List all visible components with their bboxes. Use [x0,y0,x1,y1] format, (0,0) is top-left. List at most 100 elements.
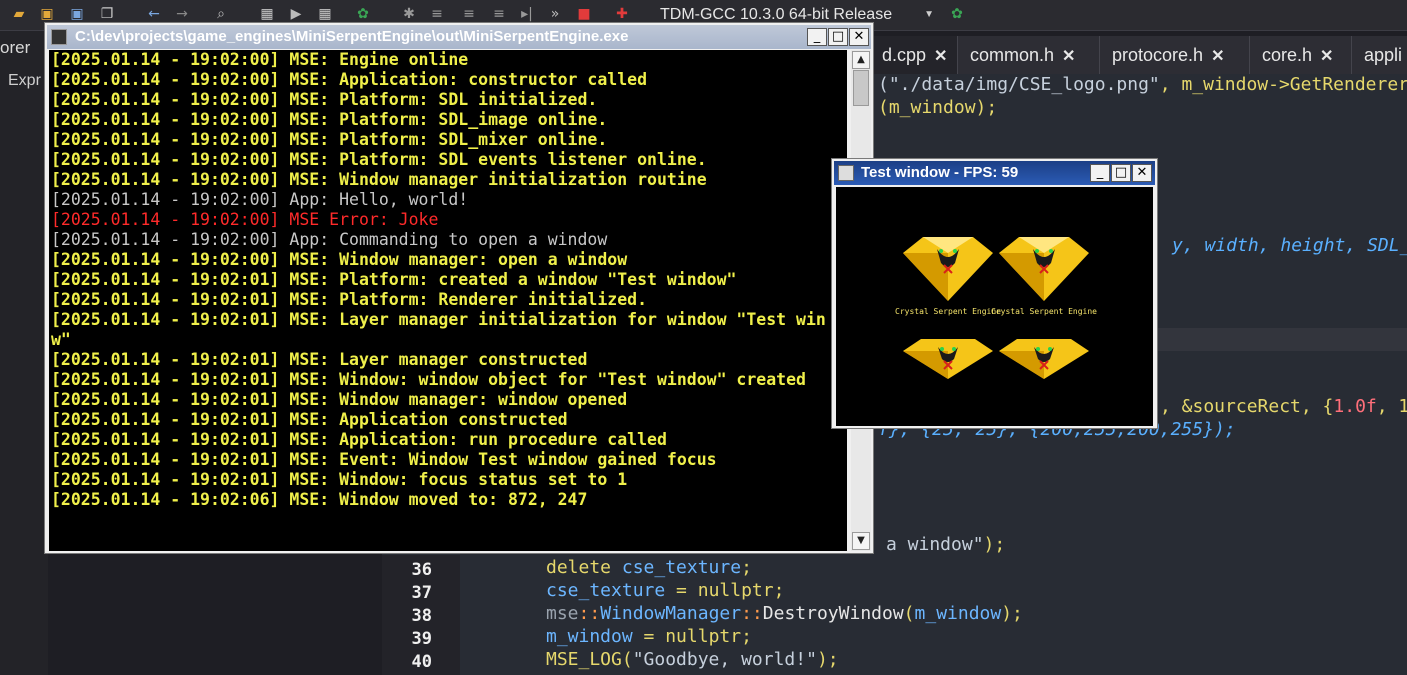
log-line: [2025.01.14 - 19:02:01] MSE: Window mana… [51,390,628,409]
log-line: [2025.01.14 - 19:02:06] MSE: Window move… [51,490,588,509]
line-number: 39 [411,629,432,649]
chevron-down-icon: ▼ [924,9,934,20]
line-number: 37 [411,583,432,603]
log-line: [2025.01.14 - 19:02:01] MSE: Event: Wind… [51,450,717,469]
log-line: [2025.01.14 - 19:02:01] MSE: Platform: c… [51,270,737,289]
log-line: [2025.01.14 - 19:02:00] MSE: Platform: S… [51,110,608,129]
serpent-eye-icon [939,249,943,253]
code-line: MSE_LOG("Goodbye, world!"); [546,649,839,670]
log-line: [2025.01.14 - 19:02:00] MSE Error: Joke [51,210,439,229]
undo-icon[interactable]: ← [145,5,163,23]
tab-common-h[interactable]: common.h ✕ [958,36,1100,74]
open-file-icon[interactable]: ▰ [10,5,28,23]
save-icon[interactable]: ▣ [38,5,56,23]
debug-icon[interactable]: ✱ [400,5,418,23]
code-token: DestroyWindow [762,603,904,624]
console-title-bar[interactable]: C:\dev\projects\game_engines\MiniSerpent… [47,25,871,49]
editor-tabs: d.cpp ✕ common.h ✕ protocore.h ✕ core.h ✕ ap… [870,36,1407,74]
tab-d-cpp[interactable]: d.cpp ✕ [870,36,958,74]
code-token: ("./data/img/CSE_logo.png" [878,74,1160,95]
project-panel-label[interactable]: orer [0,38,30,58]
minimize-button[interactable]: _ [1090,164,1110,182]
fast-forward-icon[interactable]: » [546,5,564,23]
code-line-fragment: , &sourceRect, {1.0f, 1 [1160,396,1407,417]
close-icon[interactable]: ✕ [934,48,947,65]
test-window-title-bar[interactable]: Test window - FPS: 59 _ □ ✕ [834,161,1155,185]
compiler-select-value: TDM-GCC 10.3.0 64-bit Release [660,6,893,23]
minimize-button[interactable]: _ [807,28,827,46]
scroll-down-icon[interactable]: ▼ [852,532,870,550]
console-output[interactable]: [2025.01.14 - 19:02:00] MSE: Engine onli… [49,50,847,551]
close-button[interactable]: ✕ [849,28,869,46]
tab-appli[interactable]: appli [1352,36,1407,74]
tab-label: d.cpp [882,45,927,65]
save-as-icon[interactable]: ▣ [68,5,86,23]
tab-label: common.h [970,45,1055,65]
code-token: ); [816,649,839,670]
code-token: WindowManager [600,603,742,624]
settings-icon[interactable]: ✿ [948,5,966,23]
scroll-up-icon[interactable]: ▲ [852,51,870,69]
code-token: 1.0f [1333,396,1377,417]
log-line: [2025.01.14 - 19:02:00] MSE: Platform: S… [51,90,598,109]
code-token: m_window [914,603,1002,624]
window-app-icon [838,165,854,181]
serpent-eye-icon [953,249,957,253]
logo-caption: Crystal Serpent Engine [991,307,1097,316]
code-line: m_window = nullptr; [546,626,752,647]
close-icon[interactable]: ✕ [1211,48,1224,65]
close-icon[interactable]: ✕ [1320,48,1333,65]
code-token: :: [578,603,601,624]
line-number: 40 [411,652,432,672]
code-token: ; [773,580,785,601]
maximize-button[interactable]: □ [828,28,848,46]
code-token: nullptr [665,626,742,647]
scrollbar-thumb[interactable] [853,70,869,106]
engine-logo-small [999,339,1089,379]
redo-icon[interactable]: → [173,5,191,23]
log-list: [2025.01.14 - 19:02:00] MSE: Engine onli… [49,50,847,510]
tab-core-h[interactable]: core.h ✕ [1250,36,1352,74]
code-token: delete [546,557,622,578]
continue-icon[interactable]: ▸| [518,5,536,23]
unindent-icon[interactable]: ≡ [460,5,478,23]
code-token: ); [1001,603,1023,624]
code-token: = [665,580,698,601]
indent-icon[interactable]: ≡ [428,5,446,23]
compile-icon[interactable]: ▦ [258,5,276,23]
tab-protocore-h[interactable]: protocore.h ✕ [1100,36,1250,74]
stop-icon[interactable]: ■ [575,5,593,23]
log-line: [2025.01.14 - 19:02:01] MSE: Application… [51,430,667,449]
step-icon[interactable]: ≡ [490,5,508,23]
code-line-fragment: y, width, height, SDL_ [1172,235,1407,256]
console-app-icon [51,29,67,45]
rebuild-icon[interactable]: ✿ [354,5,372,23]
serpent-eye-icon [1036,347,1040,351]
log-line: [2025.01.14 - 19:02:01] MSE: Layer manag… [51,310,826,329]
engine-logo [903,237,993,301]
maximize-button[interactable]: □ [1111,164,1131,182]
project-panel-subtab[interactable]: Expr [8,72,41,90]
code-token: nullptr [697,580,774,601]
line-number: 38 [411,606,432,626]
render-canvas[interactable]: Crystal Serpent Engine Crystal Serpent E… [836,187,1153,426]
code-token: :: [741,603,763,624]
log-line: [2025.01.14 - 19:02:00] MSE: Platform: S… [51,150,707,169]
log-line: [2025.01.14 - 19:02:01] MSE: Window: foc… [51,470,628,489]
code-token: , 1 [1376,396,1407,417]
code-line: mse::WindowManager::DestroyWindow(m_wind… [546,603,1023,624]
close-icon[interactable]: ✕ [1062,48,1075,65]
test-window[interactable]: Test window - FPS: 59 _ □ ✕ Crystal Serp… [831,158,1158,429]
close-button[interactable]: ✕ [1132,164,1152,182]
compile-run-icon[interactable]: ▦ [316,5,334,23]
log-line: [2025.01.14 - 19:02:01] MSE: Application… [51,410,568,429]
code-token: ( [621,649,633,670]
code-token: mse [546,603,579,624]
code-token: ; [741,557,752,578]
log-line: [2025.01.14 - 19:02:01] MSE: Layer manag… [51,350,588,369]
bookmark-icon[interactable]: ✚ [613,5,631,23]
console-window[interactable]: C:\dev\projects\game_engines\MiniSerpent… [44,22,874,554]
find-icon[interactable]: ⌕ [212,5,230,23]
save-all-icon[interactable]: ❐ [98,5,116,23]
run-icon[interactable]: ▶ [287,5,305,23]
